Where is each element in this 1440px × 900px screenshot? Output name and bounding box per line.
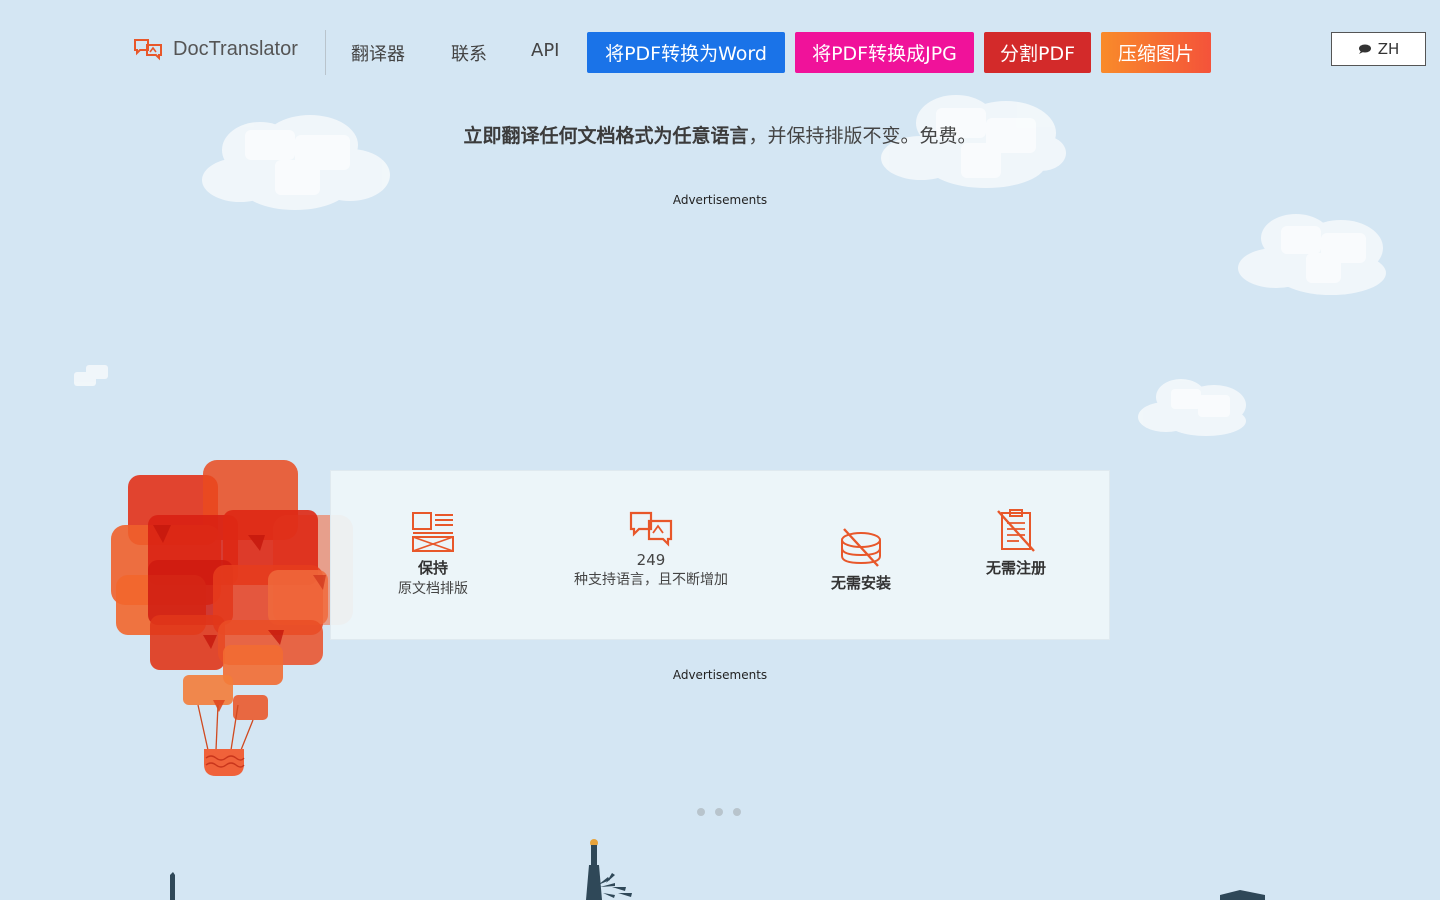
header-divider bbox=[325, 30, 326, 75]
feature-no-register: 无需注册 bbox=[956, 509, 1076, 578]
split-pdf-button[interactable]: 分割PDF bbox=[984, 32, 1091, 73]
tagline: 立即翻译任何文档格式为任意语言，并保持排版不变。免费。 bbox=[0, 121, 1440, 148]
no-register-icon bbox=[997, 509, 1035, 552]
feature-subtitle: 原文档排版 bbox=[398, 581, 468, 597]
carousel-dot[interactable] bbox=[715, 808, 723, 816]
language-selector[interactable]: ZH bbox=[1331, 32, 1426, 66]
feature-title: 无需安装 bbox=[830, 574, 891, 592]
layout-icon bbox=[412, 512, 454, 552]
pdf-to-jpg-button[interactable]: 将PDF转换成JPG bbox=[795, 32, 974, 73]
nav-translator[interactable]: 翻译器 bbox=[351, 40, 405, 66]
pdf-to-word-button[interactable]: 将PDF转换为Word bbox=[587, 32, 785, 73]
nav-contact[interactable]: 联系 bbox=[451, 40, 487, 66]
translate-bubbles-icon bbox=[629, 511, 673, 547]
nav-api[interactable]: API bbox=[531, 40, 559, 61]
feature-title: 保持 bbox=[417, 559, 448, 577]
cloud-decoration bbox=[1238, 214, 1386, 295]
feature-languages: 249 种支持语言，且不断增加 bbox=[546, 511, 756, 589]
speech-bubble-icon bbox=[1358, 44, 1371, 54]
feature-subtitle: 种支持语言，且不断增加 bbox=[574, 572, 728, 588]
cloud-decoration bbox=[1138, 379, 1246, 436]
feature-title: 249 bbox=[636, 551, 666, 569]
feature-keep-layout: 保持 原文档排版 bbox=[373, 511, 493, 598]
feature-no-install: 无需安装 bbox=[801, 526, 921, 593]
features-panel: 保持 原文档排版 249 种支持语言，且不断增加 无需安装 无需注册 bbox=[330, 470, 1110, 640]
feature-title: 无需注册 bbox=[985, 559, 1046, 577]
carousel-dots bbox=[697, 808, 751, 816]
skyline-illustration bbox=[170, 839, 1265, 900]
balloon-illustration bbox=[111, 460, 353, 776]
language-label: ZH bbox=[1377, 40, 1400, 58]
compress-image-button[interactable]: 压缩图片 bbox=[1101, 32, 1211, 73]
carousel-dot[interactable] bbox=[697, 808, 705, 816]
ads-label-top: Advertisements bbox=[672, 193, 768, 207]
cloud-decoration bbox=[74, 365, 108, 386]
no-install-icon bbox=[841, 528, 881, 567]
carousel-dot[interactable] bbox=[733, 808, 741, 816]
ads-label-bottom: Advertisements bbox=[672, 668, 768, 682]
tagline-rest: ，并保持排版不变。免费。 bbox=[748, 125, 977, 147]
tagline-bold: 立即翻译任何文档格式为任意语言 bbox=[463, 125, 749, 147]
site-header: DocTranslator 翻译器 联系 API 将PDF转换为Word 将PD… bbox=[0, 0, 1440, 100]
logo-icon bbox=[134, 39, 162, 61]
logo[interactable]: DocTranslator bbox=[133, 37, 298, 61]
logo-text: DocTranslator bbox=[173, 37, 298, 60]
